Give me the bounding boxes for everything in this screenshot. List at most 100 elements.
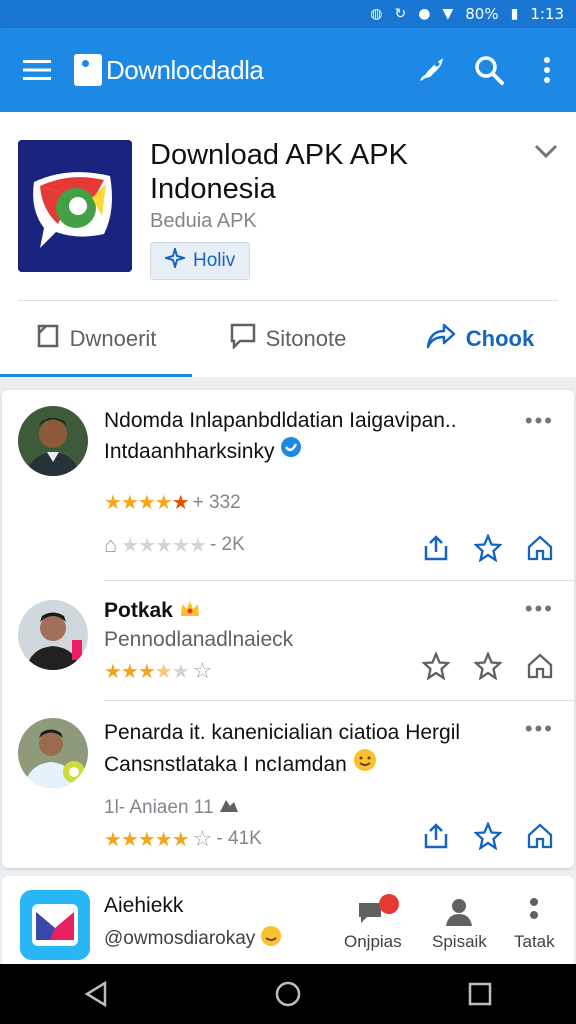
reviewer-name-row: Potkak bbox=[104, 598, 201, 624]
system-nav-bar bbox=[0, 964, 576, 1024]
review-date: 1l- Aniaen 11 bbox=[104, 797, 214, 818]
bottom-nav-label: Tatak bbox=[514, 932, 555, 951]
bottom-handle: @owmosdiarokay bbox=[104, 928, 256, 949]
reviews-card: Ndomda Inlapanbdldatian Iaigavipan.. Int… bbox=[2, 390, 574, 868]
avatar[interactable] bbox=[18, 600, 88, 670]
review-text: Ndomda Inlapanbdldatian Iaigavipan.. bbox=[104, 409, 457, 432]
comment-icon bbox=[230, 323, 256, 355]
bottom-card: Aiehiekk @owmosdiarokay Onjpias Spisaik … bbox=[2, 876, 574, 976]
review-actions bbox=[420, 532, 556, 564]
vote-count: - 41K bbox=[216, 828, 262, 849]
rating-row: ★★★★★ ☆ bbox=[104, 658, 212, 684]
review-item: Ndomda Inlapanbdldatian Iaigavipan.. Int… bbox=[2, 390, 574, 582]
app-header-card: Download APK APK Indonesia Beduia APK Ho… bbox=[0, 112, 576, 377]
share-up-icon[interactable] bbox=[420, 820, 452, 852]
status-bar: ◍ ↻ ● ▼ 80% ▮ 1:13 bbox=[0, 0, 576, 28]
home-icon[interactable] bbox=[524, 532, 556, 564]
app-bar: Downlocdadla bbox=[0, 28, 576, 112]
back-icon[interactable] bbox=[66, 964, 126, 1024]
sync-icon: ↻ bbox=[394, 6, 407, 22]
review-text: Pennodlanadlnaieck bbox=[104, 628, 294, 651]
home-icon[interactable] bbox=[524, 820, 556, 852]
reviewer-name: Potkak bbox=[104, 599, 173, 622]
star-rating: ★★★★★ bbox=[104, 828, 190, 851]
home-outline-icon[interactable]: ⌂ bbox=[104, 532, 117, 558]
rocket-icon[interactable] bbox=[402, 28, 460, 112]
more-options-icon[interactable]: ••• bbox=[525, 408, 554, 434]
battery-icon: ▮ bbox=[510, 6, 519, 22]
app-mail-icon[interactable] bbox=[20, 890, 90, 960]
app-icon[interactable] bbox=[18, 140, 132, 272]
star-outline-icon[interactable]: ☆ bbox=[193, 826, 213, 852]
star-rating: ★★★★★ bbox=[104, 660, 190, 683]
tab-download[interactable]: Dwnoerit bbox=[0, 301, 192, 377]
verified-icon bbox=[280, 436, 302, 467]
rating-row: ★★★★★ + 332 bbox=[104, 490, 241, 515]
more-vertical-icon bbox=[529, 892, 539, 932]
review-text-line: Cansnstlataka I ncIamdan bbox=[104, 748, 377, 781]
battery-text: 80% bbox=[465, 5, 499, 23]
recents-icon[interactable] bbox=[450, 964, 510, 1024]
bottom-nav-label: Onjpias bbox=[344, 932, 402, 951]
tab-label: Dwnoerit bbox=[69, 326, 157, 351]
notification-badge bbox=[378, 894, 399, 914]
tab-label: Sitonote bbox=[265, 326, 347, 351]
star-rating: ★★★★★ bbox=[104, 492, 190, 514]
star-half-icon[interactable] bbox=[420, 650, 452, 682]
rating-row: ★★★★★ ☆ - 41K bbox=[104, 826, 262, 852]
share-icon bbox=[426, 323, 456, 355]
vpn-icon: ● bbox=[418, 6, 431, 22]
app-developer: Beduia APK bbox=[150, 210, 257, 232]
status-time: 1:13 bbox=[530, 5, 564, 23]
chat-icon bbox=[355, 892, 399, 932]
star-outline-icon[interactable] bbox=[472, 650, 504, 682]
review-text-2: Intdaanhharksinky bbox=[104, 439, 275, 463]
review-text-line: Intdaanhharksinky bbox=[104, 436, 302, 467]
overflow-menu-icon[interactable] bbox=[518, 28, 576, 112]
review-text: Penarda it. kanenicialian ciatioa Hergil bbox=[104, 721, 461, 744]
review-item: Potkak Pennodlanadlnaieck ••• ★★★★★ ☆ bbox=[2, 582, 574, 702]
bottom-handle-row: @owmosdiarokay bbox=[104, 924, 283, 954]
search-icon[interactable] bbox=[460, 28, 518, 112]
date-row: 1l- Aniaen 11 bbox=[104, 796, 240, 820]
rating-text: + 332 bbox=[192, 491, 241, 513]
star-outline-icon[interactable]: ☆ bbox=[193, 658, 213, 684]
tab-notes[interactable]: Sitonote bbox=[192, 301, 384, 377]
bottom-nav-profile[interactable]: Spisaik bbox=[432, 892, 487, 952]
smile-emoji-icon bbox=[353, 748, 377, 781]
tab-share[interactable]: Chook bbox=[384, 301, 576, 377]
review-text-2: Cansnstlataka I ncIamdan bbox=[104, 752, 347, 776]
avatar[interactable] bbox=[18, 718, 88, 788]
vote-row: ⌂ ★★★★★ - 2K bbox=[104, 532, 245, 558]
follow-button[interactable]: Holiv bbox=[150, 242, 251, 280]
app-logo-icon bbox=[74, 54, 102, 86]
page-icon bbox=[36, 323, 60, 355]
divider bbox=[104, 700, 574, 701]
tab-bar: Dwnoerit Sitonote Chook bbox=[0, 301, 576, 377]
avatar[interactable] bbox=[18, 406, 88, 476]
notification-icon: ◍ bbox=[370, 6, 383, 22]
sparkle-icon bbox=[162, 245, 188, 274]
app-title: Downlocdadla bbox=[106, 54, 264, 85]
vote-count: - 2K bbox=[209, 534, 245, 555]
divider bbox=[104, 580, 574, 581]
home-icon[interactable] bbox=[524, 650, 556, 682]
menu-icon[interactable] bbox=[0, 28, 74, 112]
chevron-down-icon[interactable] bbox=[534, 144, 558, 163]
bottom-nav-messages[interactable]: Onjpias bbox=[344, 892, 402, 952]
bottom-nav-more[interactable]: Tatak bbox=[514, 892, 555, 952]
edit-icon bbox=[218, 796, 240, 820]
emoji-icon bbox=[259, 924, 283, 954]
star-outline-icon[interactable] bbox=[472, 820, 504, 852]
review-actions bbox=[420, 650, 556, 682]
star-rating-empty: ★★★★★ bbox=[121, 534, 207, 557]
person-icon bbox=[444, 892, 474, 932]
more-options-icon[interactable]: ••• bbox=[525, 596, 554, 622]
crown-icon bbox=[179, 598, 201, 624]
app-name: Download APK APK Indonesia bbox=[150, 139, 408, 205]
share-up-icon[interactable] bbox=[420, 532, 452, 564]
follow-label: Holiv bbox=[193, 250, 236, 271]
star-outline-icon[interactable] bbox=[472, 532, 504, 564]
more-options-icon[interactable]: ••• bbox=[525, 716, 554, 742]
home-circle-icon[interactable] bbox=[258, 964, 318, 1024]
